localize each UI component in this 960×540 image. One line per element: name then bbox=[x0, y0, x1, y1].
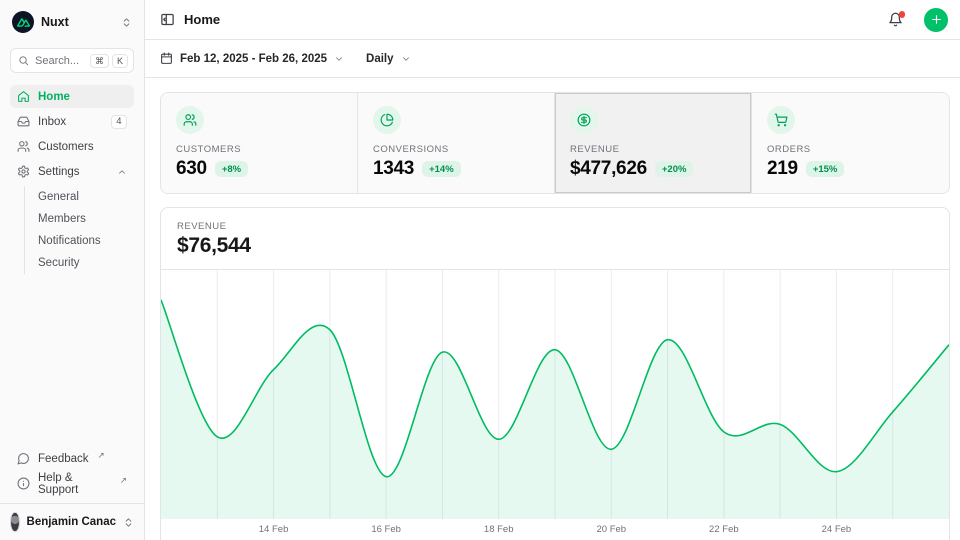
sidebar-item-label: Customers bbox=[38, 141, 127, 153]
app-window: Nuxt Search... ⌘K Home bbox=[0, 0, 960, 540]
inbox-count-badge: 4 bbox=[111, 115, 127, 129]
users-icon bbox=[17, 140, 30, 153]
notifications-button[interactable] bbox=[888, 12, 903, 27]
stat-label: CONVERSIONS bbox=[373, 144, 539, 155]
notification-dot bbox=[899, 11, 906, 18]
workspace-name: Nuxt bbox=[41, 15, 114, 29]
sub-item-label: Members bbox=[38, 213, 86, 225]
x-tick-label: 24 Feb bbox=[822, 524, 852, 535]
main-area: Home Feb 12, 2025 - Feb 26, 2025 Daily bbox=[145, 0, 960, 540]
sidebar-item-customers[interactable]: Customers bbox=[10, 135, 134, 158]
stat-card-orders[interactable]: ORDERS 219 +15% bbox=[752, 93, 949, 193]
search-placeholder: Search... bbox=[35, 55, 84, 67]
page-header: Home bbox=[145, 0, 960, 40]
chevron-down-icon bbox=[334, 54, 344, 64]
external-link-icon: ↗ bbox=[98, 450, 105, 461]
help-support-link[interactable]: Help & Support ↗ bbox=[10, 472, 134, 495]
stat-delta-badge: +15% bbox=[806, 161, 845, 177]
sidebar-item-notifications[interactable]: Notifications bbox=[38, 230, 134, 252]
chart-header: REVENUE $76,544 bbox=[161, 208, 949, 269]
sidebar-item-members[interactable]: Members bbox=[38, 208, 134, 230]
stat-delta-badge: +8% bbox=[215, 161, 248, 177]
stat-label: CUSTOMERS bbox=[176, 144, 342, 155]
sidebar-footer: Feedback ↗ Help & Support ↗ bbox=[10, 447, 134, 503]
stat-value: 1343 bbox=[373, 158, 414, 180]
chart-metric-value: $76,544 bbox=[177, 234, 933, 258]
stat-card-customers[interactable]: CUSTOMERS 630 +8% bbox=[161, 93, 358, 193]
date-range-picker[interactable]: Feb 12, 2025 - Feb 26, 2025 bbox=[160, 52, 344, 65]
stat-label: ORDERS bbox=[767, 144, 934, 155]
feedback-link[interactable]: Feedback ↗ bbox=[10, 447, 134, 470]
granularity-value: Daily bbox=[366, 53, 394, 65]
chevron-up-down-icon bbox=[123, 517, 134, 528]
sidebar-item-label: Home bbox=[38, 91, 127, 103]
sub-item-label: Notifications bbox=[38, 235, 101, 247]
chevron-up-icon bbox=[117, 167, 127, 177]
granularity-select[interactable]: Daily bbox=[366, 53, 411, 65]
sub-item-label: General bbox=[38, 191, 79, 203]
search-input[interactable]: Search... ⌘K bbox=[10, 48, 134, 73]
revenue-area-chart[interactable] bbox=[161, 270, 949, 519]
chevron-down-icon bbox=[401, 54, 411, 64]
kbd-k: K bbox=[112, 54, 128, 68]
settings-subnav: General Members Notifications Security bbox=[24, 186, 134, 274]
x-tick-label: 22 Feb bbox=[709, 524, 739, 535]
filters-toolbar: Feb 12, 2025 - Feb 26, 2025 Daily bbox=[145, 40, 960, 78]
home-icon bbox=[17, 90, 30, 103]
chevron-up-down-icon bbox=[121, 17, 132, 28]
chart-x-axis: 14 Feb 16 Feb 18 Feb 20 Feb 22 Feb 24 Feb bbox=[161, 519, 949, 540]
sidebar-item-inbox[interactable]: Inbox 4 bbox=[10, 110, 134, 133]
sidebar-item-home[interactable]: Home bbox=[10, 85, 134, 108]
calendar-icon bbox=[160, 52, 173, 65]
chart-pie-icon bbox=[373, 106, 401, 134]
sidebar-item-settings[interactable]: Settings bbox=[10, 160, 134, 183]
chart-metric-label: REVENUE bbox=[177, 221, 933, 232]
workspace-switcher[interactable]: Nuxt bbox=[10, 10, 134, 34]
chat-bubble-icon bbox=[17, 452, 30, 465]
users-icon bbox=[176, 106, 204, 134]
x-tick-label: 16 Feb bbox=[371, 524, 401, 535]
external-link-icon: ↗ bbox=[120, 475, 127, 486]
content: CUSTOMERS 630 +8% CONVERSIONS 1343 +14% bbox=[145, 78, 960, 540]
collapse-sidebar-button[interactable] bbox=[160, 12, 175, 27]
stats-row: CUSTOMERS 630 +8% CONVERSIONS 1343 +14% bbox=[160, 92, 950, 194]
sub-item-label: Security bbox=[38, 257, 80, 269]
inbox-icon bbox=[17, 115, 30, 128]
shopping-cart-icon bbox=[767, 106, 795, 134]
gear-icon bbox=[17, 165, 30, 178]
x-tick-label: 18 Feb bbox=[484, 524, 514, 535]
sidebar-nav: Home Inbox 4 Customers bbox=[10, 85, 134, 274]
stat-card-revenue[interactable]: REVENUE $477,626 +20% bbox=[555, 93, 752, 193]
stat-delta-badge: +20% bbox=[655, 161, 694, 177]
x-tick-label: 20 Feb bbox=[596, 524, 626, 535]
sidebar: Nuxt Search... ⌘K Home bbox=[0, 0, 145, 540]
add-button[interactable] bbox=[924, 8, 948, 32]
stat-label: REVENUE bbox=[570, 144, 736, 155]
circle-dollar-icon bbox=[570, 106, 598, 134]
sidebar-item-label: Settings bbox=[38, 166, 109, 178]
revenue-chart-card: REVENUE $76,544 14 Feb 16 Feb 18 Feb 20 Feb… bbox=[160, 207, 950, 540]
info-circle-icon bbox=[17, 477, 30, 490]
footer-link-label: Feedback bbox=[38, 453, 89, 465]
search-shortcut: ⌘K bbox=[90, 55, 128, 67]
date-range-value: Feb 12, 2025 - Feb 26, 2025 bbox=[180, 53, 327, 65]
footer-link-label: Help & Support bbox=[38, 472, 111, 496]
stat-value: 630 bbox=[176, 158, 207, 180]
x-tick-label: 14 Feb bbox=[259, 524, 289, 535]
user-name: Benjamin Canac bbox=[27, 516, 116, 528]
kbd-cmd: ⌘ bbox=[90, 54, 109, 68]
nuxt-logo-icon bbox=[12, 11, 34, 33]
stat-delta-badge: +14% bbox=[422, 161, 461, 177]
sidebar-item-label: Inbox bbox=[38, 116, 103, 128]
user-menu[interactable]: Benjamin Canac bbox=[0, 503, 144, 540]
sidebar-item-security[interactable]: Security bbox=[38, 252, 134, 274]
stat-value: $477,626 bbox=[570, 158, 647, 180]
sidebar-item-general[interactable]: General bbox=[38, 186, 134, 208]
avatar bbox=[10, 512, 20, 532]
search-icon bbox=[18, 55, 29, 66]
stat-card-conversions[interactable]: CONVERSIONS 1343 +14% bbox=[358, 93, 555, 193]
page-title: Home bbox=[184, 12, 879, 27]
stat-value: 219 bbox=[767, 158, 798, 180]
